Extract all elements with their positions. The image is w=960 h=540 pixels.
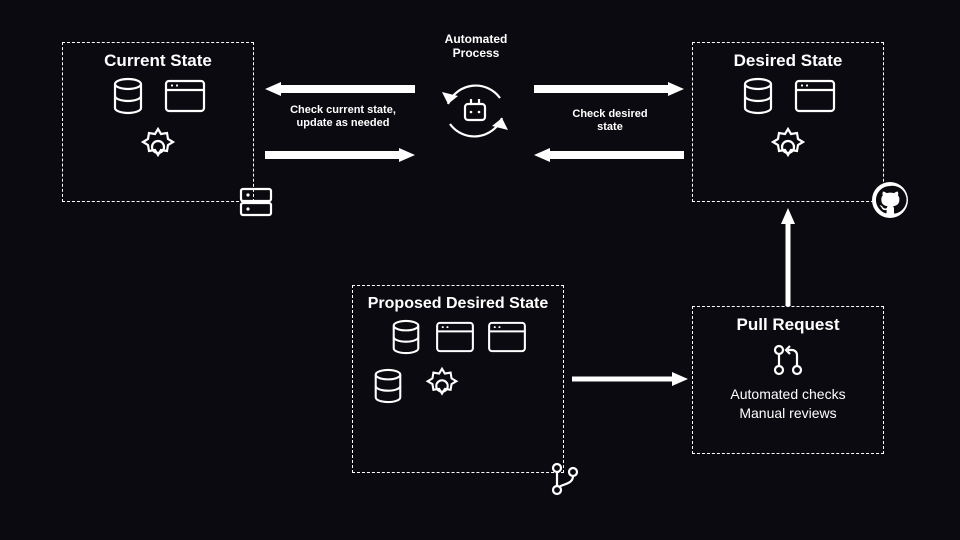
check-desired-label: Check desired state — [560, 108, 660, 134]
database-icon — [389, 319, 423, 355]
database-icon — [740, 77, 776, 115]
automated-process-label: Automated Process — [430, 32, 522, 61]
gear-icon — [136, 125, 180, 169]
arrow-right-icon — [265, 148, 415, 162]
check-current-label: Check current state, update as needed — [288, 104, 398, 130]
window-icon — [487, 321, 527, 353]
arrow-left-icon — [534, 148, 684, 162]
proposed-desired-state-title: Proposed Desired State — [363, 294, 553, 313]
pull-request-title: Pull Request — [703, 315, 873, 335]
window-icon — [794, 79, 836, 113]
window-icon — [164, 79, 206, 113]
window-icon — [435, 321, 475, 353]
desired-state-title: Desired State — [703, 51, 873, 71]
pull-request-icon — [770, 341, 806, 379]
desired-state-box: Desired State — [692, 42, 884, 202]
gear-icon — [421, 365, 463, 407]
pull-request-sub1: Automated checks — [703, 385, 873, 403]
pull-request-sub2: Manual reviews — [703, 404, 873, 422]
sync-icon — [432, 68, 518, 154]
current-state-box: Current State — [62, 42, 254, 202]
arrow-right-icon — [572, 372, 688, 386]
github-icon — [870, 180, 910, 220]
database-icon — [110, 77, 146, 115]
database-icon — [371, 368, 405, 404]
arrow-right-icon — [534, 82, 684, 96]
arrow-left-icon — [265, 82, 415, 96]
pull-request-box: Pull Request Automated checks Manual rev… — [692, 306, 884, 454]
proposed-desired-state-box: Proposed Desired State — [352, 285, 564, 473]
current-state-title: Current State — [73, 51, 243, 71]
git-branch-icon — [548, 460, 582, 498]
server-icon — [238, 184, 274, 220]
arrow-up-icon — [781, 208, 795, 306]
gear-icon — [766, 125, 810, 169]
